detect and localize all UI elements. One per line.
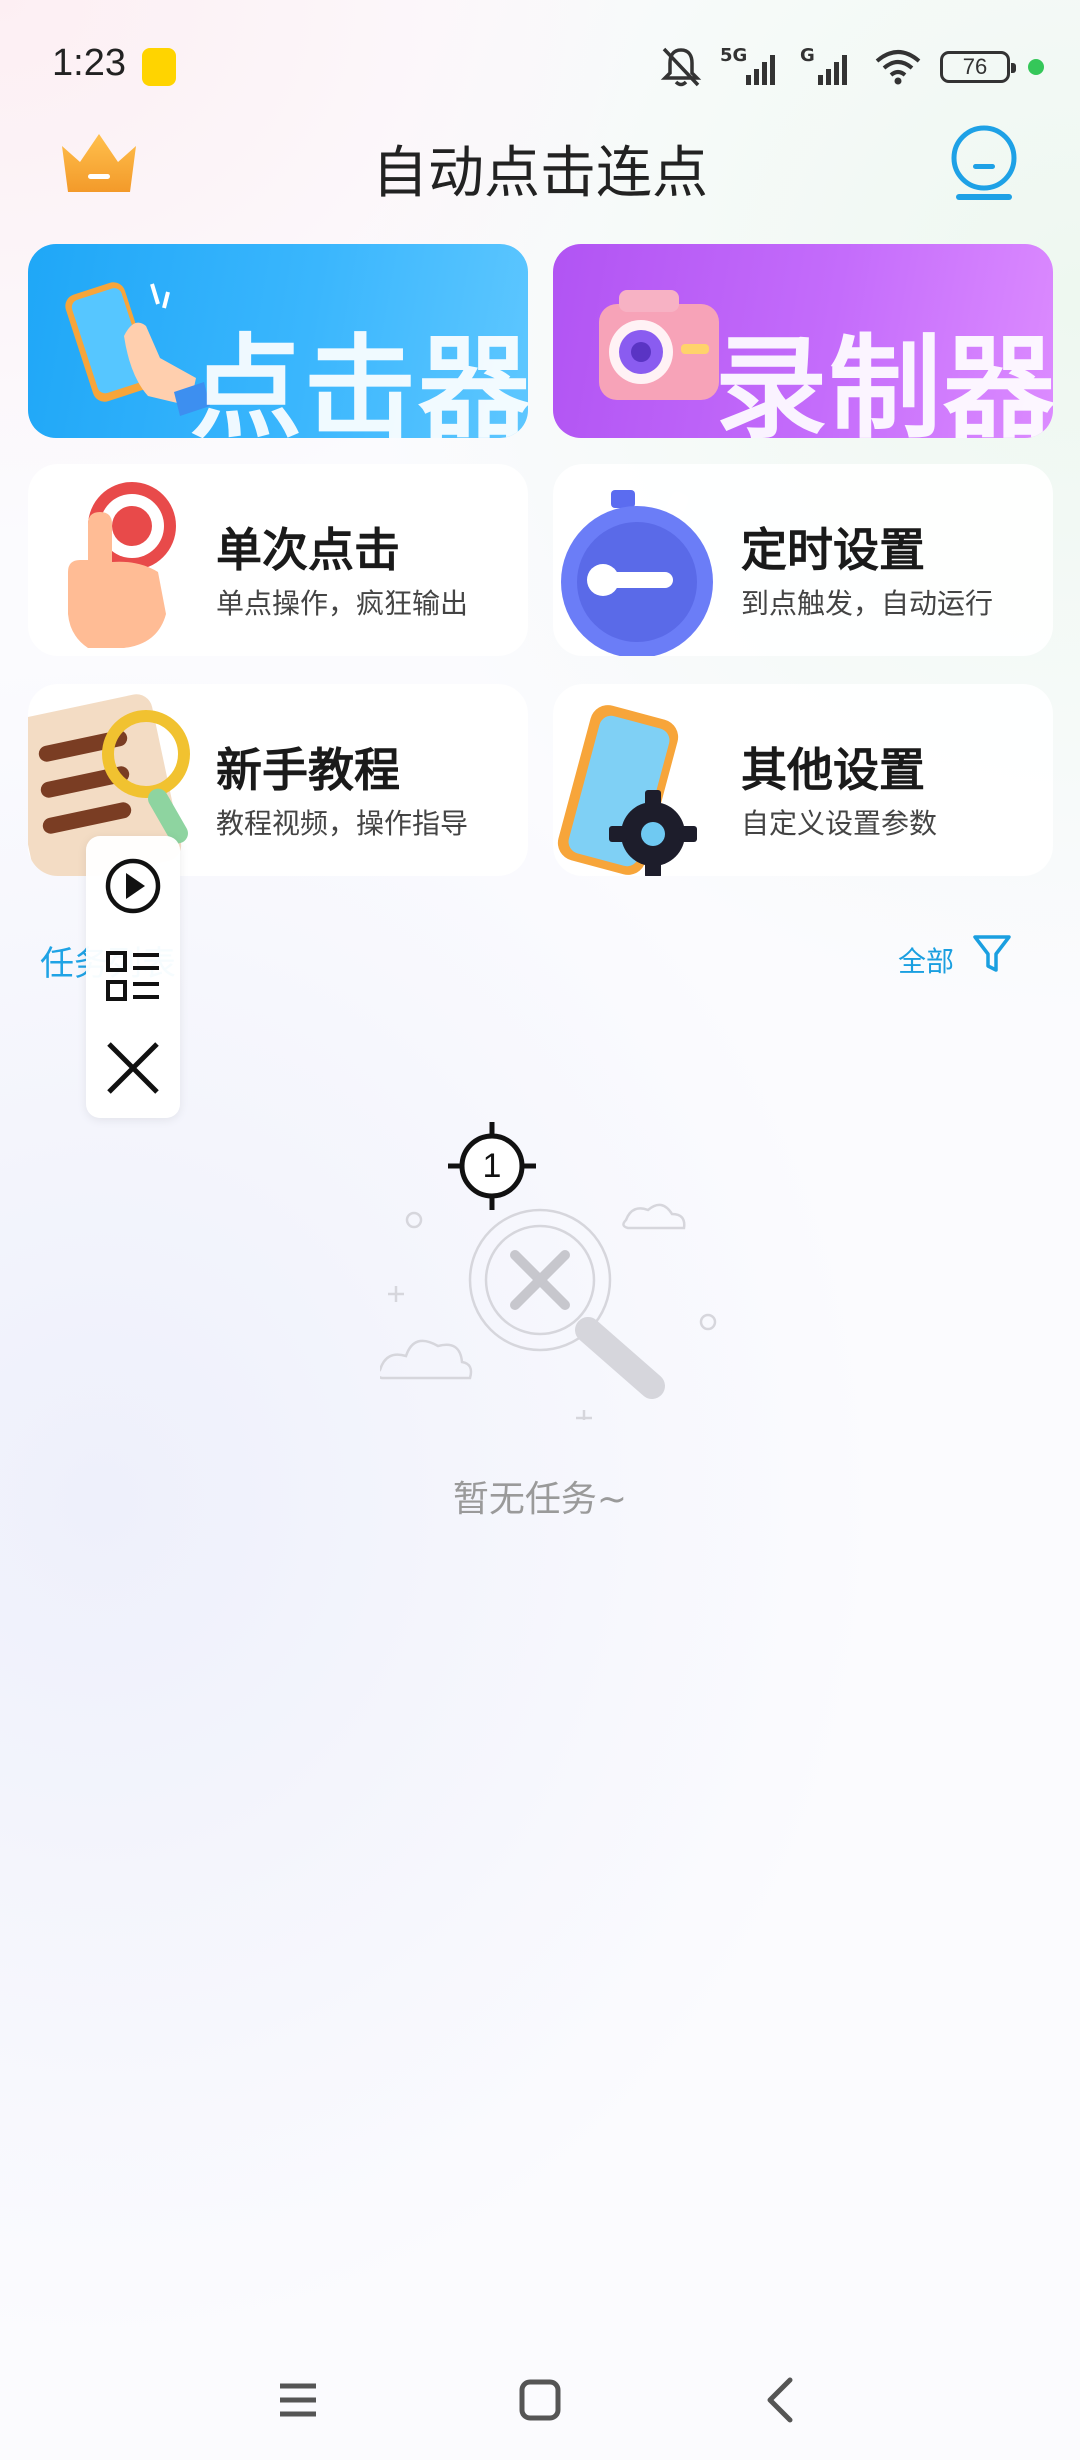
card-single-click-subtitle: 单点操作，疯狂输出 — [216, 587, 469, 620]
card-timer[interactable]: 定时设置 到点触发，自动运行 — [553, 464, 1053, 656]
banner-clicker[interactable]: 点击器 — [28, 244, 528, 438]
wifi-icon — [875, 50, 921, 85]
app-badge-icon — [142, 48, 176, 86]
battery-level: 76 — [962, 54, 988, 79]
status-icons: 5G G 76 — [660, 40, 1044, 94]
signal-g-icon: G — [800, 45, 856, 89]
status-time: 1:23 — [52, 42, 126, 84]
card-other-settings-subtitle: 自定义设置参数 — [741, 807, 938, 840]
mute-bell-icon — [660, 47, 702, 87]
empty-state-text: 暂无任务~ — [452, 1479, 628, 1520]
stopwatch-icon — [561, 490, 713, 656]
card-other-settings-title: 其他设置 — [741, 743, 925, 797]
tap-target-icon — [68, 482, 176, 648]
card-tutorial-title: 新手教程 — [216, 743, 400, 797]
floating-toolbar — [86, 836, 180, 1118]
banner-recorder-label: 录制器 — [715, 324, 1053, 438]
play-icon[interactable] — [103, 856, 163, 916]
card-other-settings[interactable]: 其他设置 自定义设置参数 — [553, 684, 1053, 876]
privacy-indicator-dot — [1028, 59, 1044, 75]
camera-icon — [599, 290, 719, 400]
filter-icon[interactable] — [972, 932, 1012, 976]
filter-all-button[interactable]: 全部 — [898, 940, 954, 980]
close-icon[interactable] — [103, 1038, 163, 1098]
card-single-click-title: 单次点击 — [216, 523, 400, 577]
card-timer-subtitle: 到点触发，自动运行 — [741, 587, 994, 620]
card-single-click[interactable]: 单次点击 单点操作，疯狂输出 — [28, 464, 528, 656]
empty-search-icon — [380, 1203, 717, 1420]
banner-recorder[interactable]: 录制器 — [553, 244, 1053, 438]
page-title: 自动点击连点 — [372, 141, 708, 206]
robot-icon[interactable] — [946, 124, 1022, 204]
home-icon[interactable] — [500, 2360, 580, 2440]
battery-icon: 76 — [940, 51, 1016, 83]
menu-icon[interactable] — [258, 2360, 338, 2440]
card-timer-title: 定时设置 — [741, 523, 925, 577]
card-tutorial-subtitle: 教程视频，操作指导 — [216, 807, 469, 840]
back-icon[interactable] — [742, 2360, 822, 2440]
list-icon[interactable] — [103, 946, 163, 1006]
gear-phone-icon — [557, 705, 697, 876]
signal-5g-icon: 5G — [720, 45, 782, 89]
banner-clicker-label: 点击器 — [190, 324, 528, 438]
